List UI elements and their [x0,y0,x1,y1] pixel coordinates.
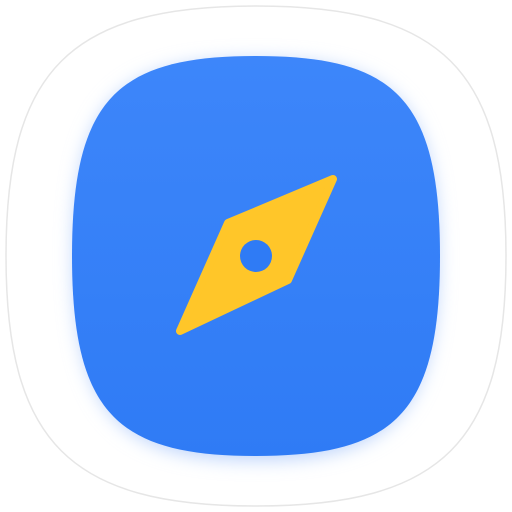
app-icon[interactable] [0,0,512,512]
app-icon-canvas [0,0,512,512]
compass-center-dot [240,240,272,272]
